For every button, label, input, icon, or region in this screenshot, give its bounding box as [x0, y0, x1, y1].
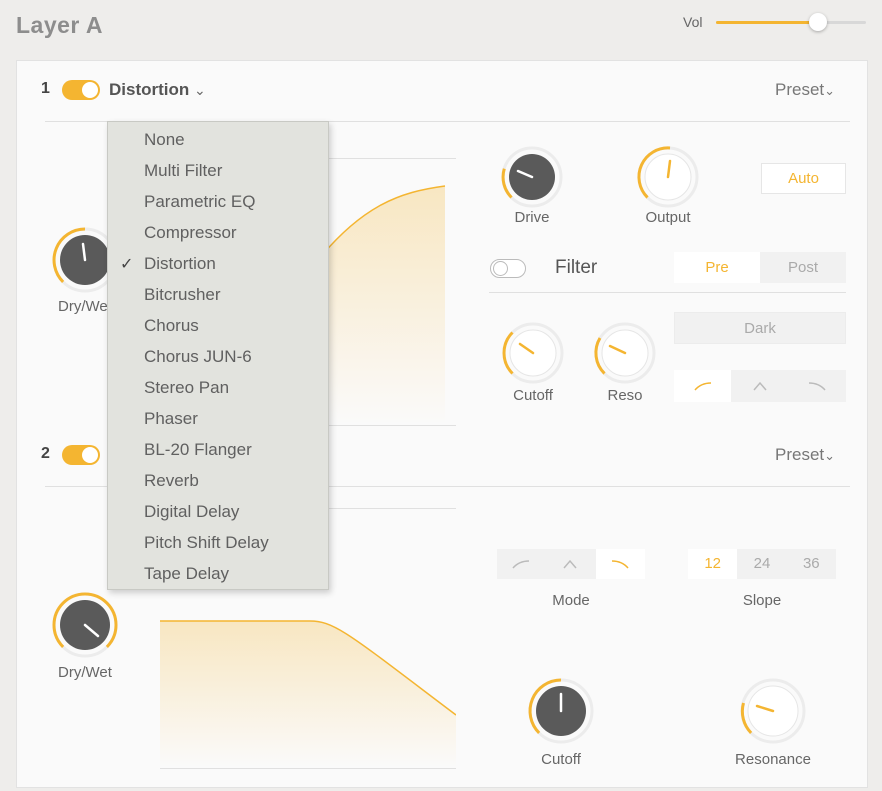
slot-1-effect-selector[interactable]: Distortion ⌄ [109, 80, 206, 100]
chevron-down-icon: ⌄ [824, 448, 836, 463]
pre-button[interactable]: Pre [674, 252, 760, 283]
slope-36-button[interactable]: 36 [787, 549, 836, 579]
filter-response-graph [160, 620, 456, 768]
resonance-label: Resonance [735, 751, 811, 768]
bandpass-mode-icon[interactable] [731, 370, 788, 402]
slope-24-button[interactable]: 24 [737, 549, 786, 579]
volume-fill [716, 21, 818, 24]
menu-item-bl-20-flanger[interactable]: BL-20 Flanger [144, 440, 252, 460]
slope-label: Slope [742, 592, 782, 609]
checkmark-icon: ✓ [120, 256, 134, 273]
menu-item-compressor[interactable]: Compressor [144, 223, 237, 243]
menu-item-none[interactable]: None [144, 130, 185, 150]
highpass-mode-icon[interactable] [674, 370, 732, 402]
pre-post-switch: Pre Post [674, 252, 846, 283]
divider [489, 292, 846, 293]
slot-1-power-toggle[interactable] [62, 80, 100, 100]
slot-1-preset-button[interactable]: Preset⌄ [775, 80, 835, 100]
curve-fill [310, 186, 445, 425]
resonance-knob[interactable] [738, 676, 808, 746]
menu-item-bitcrusher[interactable]: Bitcrusher [144, 285, 221, 305]
lowpass-mode-icon[interactable] [789, 370, 846, 402]
slope-12-button[interactable]: 12 [688, 549, 738, 579]
menu-item-multi-filter[interactable]: Multi Filter [144, 161, 222, 181]
volume-slider[interactable] [716, 13, 866, 31]
menu-item-digital-delay[interactable]: Digital Delay [144, 502, 239, 522]
chevron-down-icon: ⌄ [194, 82, 206, 98]
volume-slider-thumb[interactable] [809, 13, 827, 31]
dark-button[interactable]: Dark [674, 312, 846, 344]
lowpass-mode-icon[interactable] [595, 549, 645, 579]
slot-1-reso-knob[interactable] [592, 320, 658, 386]
menu-item-chorus[interactable]: Chorus [144, 316, 199, 336]
auto-button[interactable]: Auto [761, 163, 846, 194]
menu-item-pitch-shift-delay[interactable]: Pitch Shift Delay [144, 533, 269, 553]
preset-label: Preset [775, 445, 825, 464]
slot-1-cutoff-label: Cutoff [513, 387, 553, 404]
preset-label: Preset [775, 80, 825, 99]
slope-switch: 12 24 36 [688, 549, 836, 579]
chevron-down-icon: ⌄ [824, 83, 836, 98]
slot-1-effect-name: Distortion [109, 80, 190, 99]
slot-2-mode-switch [497, 549, 645, 579]
slot-2-cutoff-label: Cutoff [541, 751, 581, 768]
volume-label: Vol [683, 14, 703, 30]
graph-gridline [160, 768, 456, 769]
output-label: Output [645, 209, 691, 226]
slot-2-drywet-knob[interactable] [50, 590, 120, 660]
bandpass-mode-icon[interactable] [546, 549, 595, 579]
mode-label: Mode [552, 592, 590, 609]
slot-2-cutoff-knob[interactable] [526, 676, 596, 746]
drive-knob[interactable] [499, 144, 565, 210]
post-button[interactable]: Post [760, 252, 846, 283]
menu-item-tape-delay[interactable]: Tape Delay [144, 564, 229, 584]
effect-dropdown-menu: None Multi Filter Parametric EQ Compressor D… [107, 121, 329, 590]
output-knob[interactable] [635, 144, 701, 210]
drive-label: Drive [514, 209, 550, 226]
filter-toggle[interactable] [490, 259, 526, 278]
menu-item-parametric-eq[interactable]: Parametric EQ [144, 192, 255, 212]
menu-item-reverb[interactable]: Reverb [144, 471, 199, 491]
slot-2-preset-button[interactable]: Preset⌄ [775, 445, 835, 465]
slot-1-number: 1 [41, 80, 50, 97]
slot-2-drywet-label: Dry/Wet [58, 664, 112, 681]
menu-item-stereo-pan[interactable]: Stereo Pan [144, 378, 229, 398]
slot-1-reso-label: Reso [607, 387, 643, 404]
slot-2-power-toggle[interactable] [62, 445, 100, 465]
menu-item-phaser[interactable]: Phaser [144, 409, 198, 429]
filter-label: Filter [555, 257, 598, 278]
slot-1-filter-type-switch [674, 370, 846, 402]
response-fill [160, 621, 456, 768]
menu-item-chorus-jun-6[interactable]: Chorus JUN-6 [144, 347, 252, 367]
layer-title: Layer A [16, 12, 104, 38]
highpass-mode-icon[interactable] [497, 549, 546, 579]
slot-1-cutoff-knob[interactable] [500, 320, 566, 386]
slot-2-number: 2 [41, 445, 50, 462]
menu-item-distortion[interactable]: Distortion [144, 254, 216, 274]
